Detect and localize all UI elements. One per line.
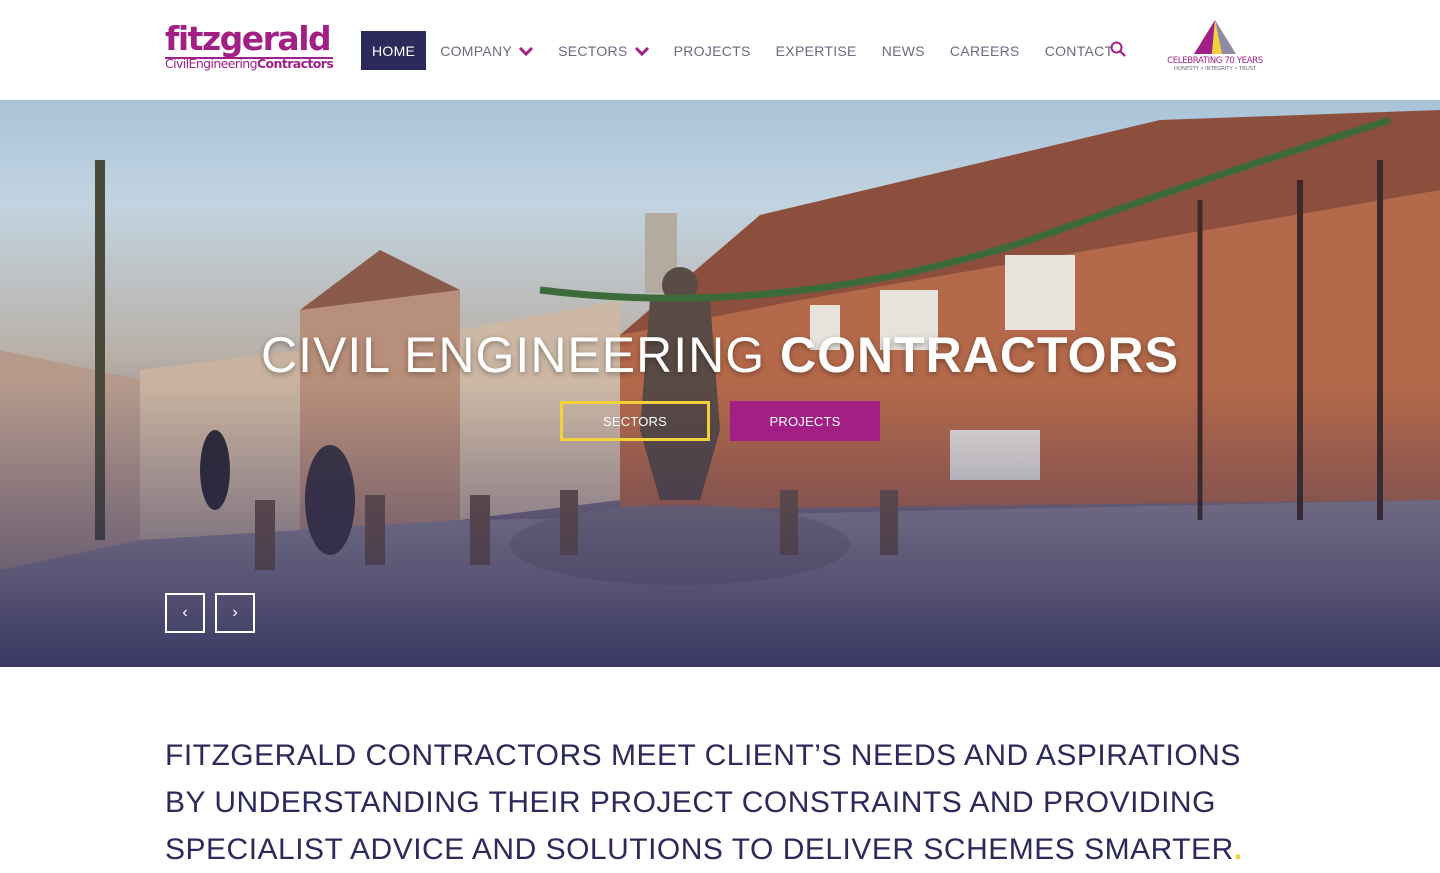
projects-button[interactable]: PROJECTS	[730, 401, 880, 441]
nav-item-contact[interactable]: CONTACT	[1045, 31, 1114, 70]
anniversary-badge: CELEBRATING 70 YEARS HONESTY • INTEGRITY…	[1164, 18, 1266, 82]
nav-item-home[interactable]: HOME	[361, 31, 427, 70]
nav-item-projects[interactable]: PROJECTS	[674, 31, 751, 70]
main-navigation: HOME COMPANY SECTORS PROJECTS EXPERTISE …	[361, 31, 1113, 70]
hero-slider: CIVIL ENGINEERING CONTRACTORS SECTORS PR…	[0, 100, 1440, 667]
logo-underline	[165, 57, 333, 59]
nav-item-company[interactable]: COMPANY	[440, 31, 534, 70]
company-logo[interactable]: fitzgerald CivilEngineeringContractors	[165, 22, 335, 74]
nav-item-news[interactable]: NEWS	[882, 31, 925, 70]
badge-subtitle: HONESTY • INTEGRITY • TRUST	[1173, 66, 1257, 72]
nav-item-careers[interactable]: CAREERS	[950, 31, 1020, 70]
slider-next-button[interactable]: ›	[215, 593, 255, 633]
intro-statement: FITZGERALD CONTRACTORS MEET CLIENT’S NEE…	[165, 739, 1243, 866]
slider-prev-button[interactable]: ‹	[165, 593, 205, 633]
triangle-logo-icon	[1194, 20, 1236, 54]
chevron-right-icon: ›	[232, 604, 238, 621]
nav-item-sectors[interactable]: SECTORS	[558, 31, 650, 70]
chevron-down-icon	[634, 46, 649, 56]
chevron-down-icon	[519, 46, 534, 56]
accent-dot: .	[1233, 833, 1243, 866]
badge-title: CELEBRATING 70 YEARS	[1167, 56, 1263, 66]
logo-tagline: CivilEngineeringContractors	[165, 56, 334, 71]
hero-title: CIVIL ENGINEERING CONTRACTORS	[261, 327, 1179, 383]
search-icon[interactable]	[1109, 40, 1127, 58]
sectors-button[interactable]: SECTORS	[560, 401, 710, 441]
site-header: fitzgerald CivilEngineeringContractors H…	[0, 0, 1440, 100]
chevron-left-icon: ‹	[182, 604, 188, 621]
logo-wordmark: fitzgerald	[165, 19, 332, 58]
nav-item-expertise[interactable]: EXPERTISE	[776, 31, 857, 70]
